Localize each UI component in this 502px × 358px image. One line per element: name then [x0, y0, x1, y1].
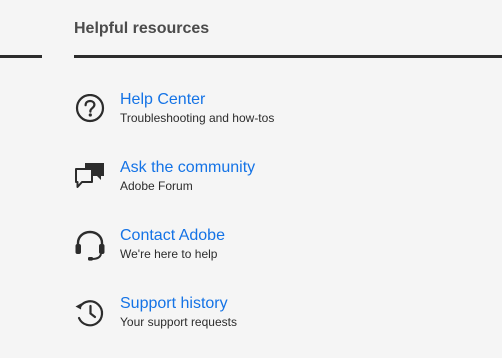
resource-title[interactable]: Contact Adobe: [120, 227, 225, 245]
section-title: Helpful resources: [74, 20, 210, 37]
headset-icon: [74, 230, 106, 262]
resource-description: We're here to help: [120, 247, 218, 261]
resource-title[interactable]: Ask the community: [120, 159, 255, 177]
help-circle-icon: [74, 94, 106, 126]
resource-ask-community[interactable]: Ask the community Adobe Forum: [74, 159, 502, 206]
resource-description: Your support requests: [120, 315, 237, 329]
history-clock-icon: [74, 298, 106, 330]
resource-description: Troubleshooting and how-tos: [120, 111, 275, 125]
resource-help-center[interactable]: Help Center Troubleshooting and how-tos: [74, 91, 502, 138]
resource-support-history[interactable]: Support history Your support requests: [74, 295, 502, 342]
left-divider-line: [0, 55, 42, 58]
resource-title[interactable]: Help Center: [120, 91, 205, 109]
resource-contact-adobe[interactable]: Contact Adobe We're here to help: [74, 227, 502, 274]
resource-title[interactable]: Support history: [120, 295, 228, 313]
chat-bubbles-icon: [74, 162, 106, 194]
resource-description: Adobe Forum: [120, 179, 193, 193]
section-divider: [74, 55, 502, 58]
